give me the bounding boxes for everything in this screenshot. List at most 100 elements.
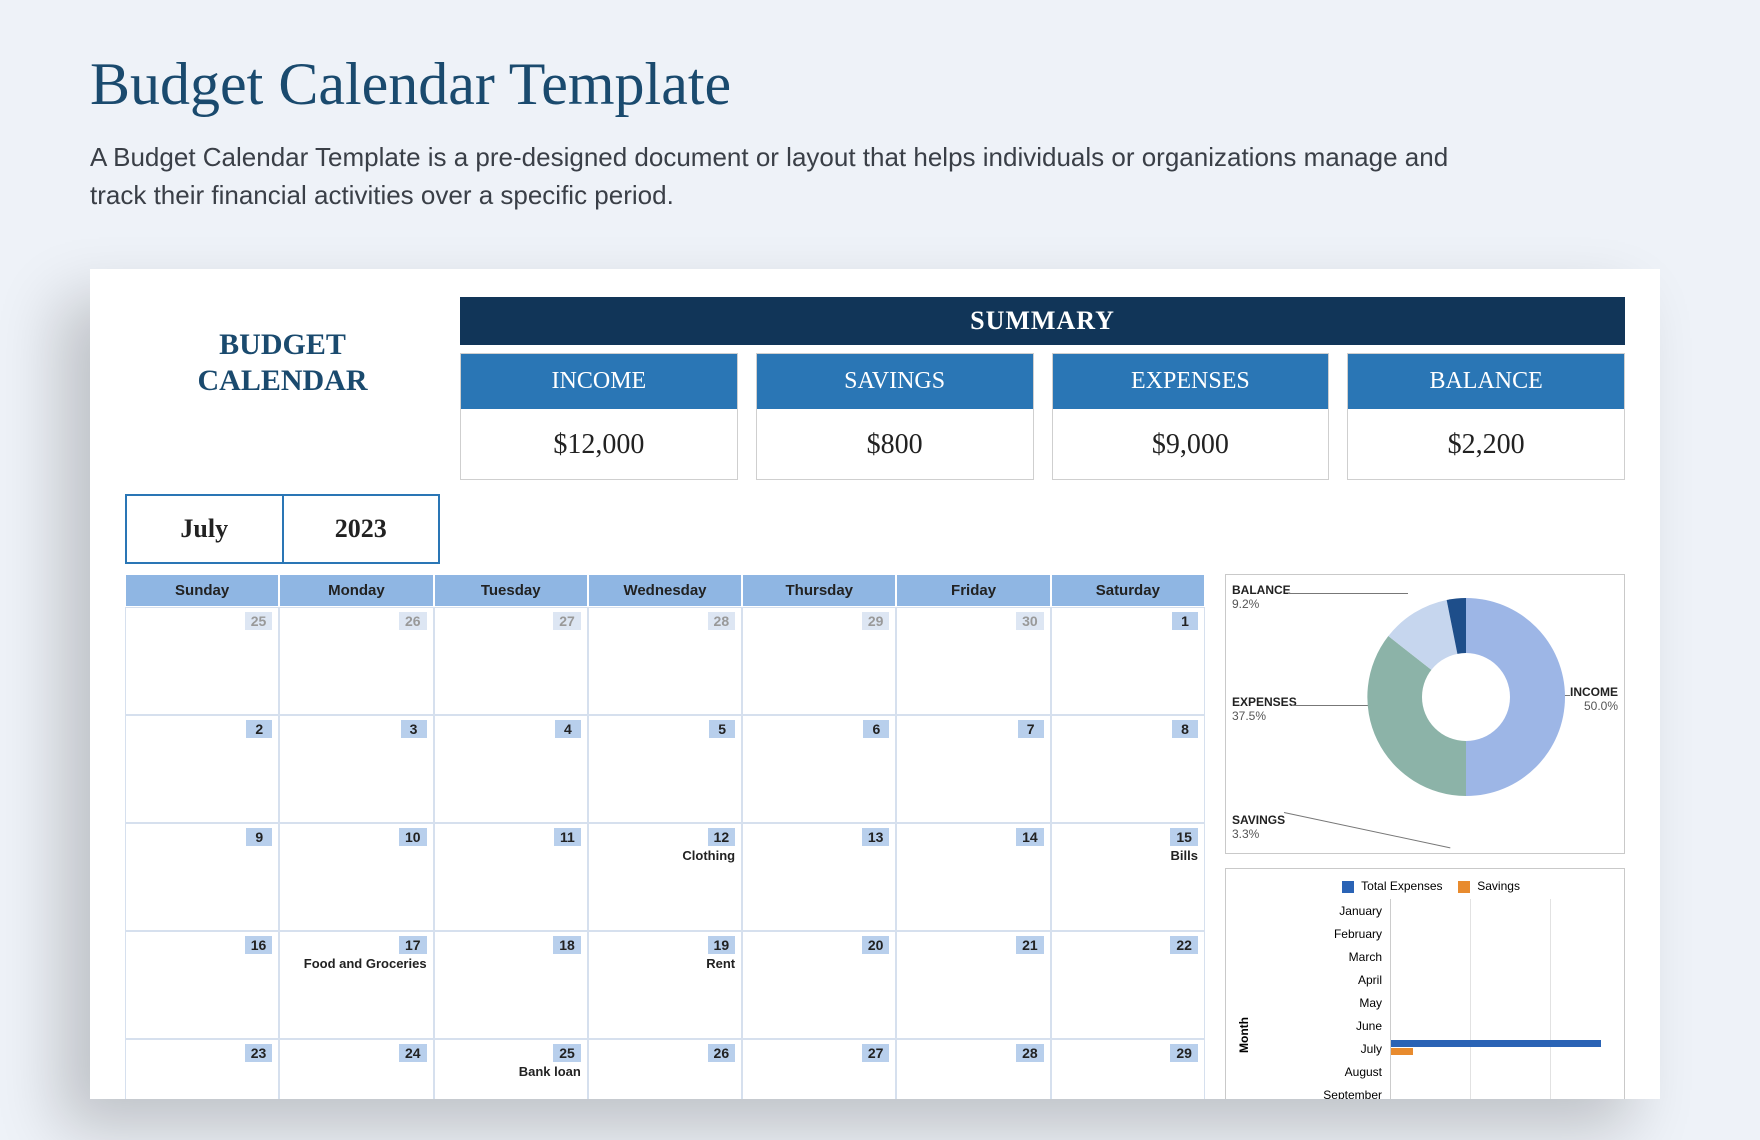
calendar-cell[interactable]: 13 <box>742 823 896 931</box>
bar-row: April <box>1316 968 1612 991</box>
summary-card-savings: SAVINGS$800 <box>756 353 1034 480</box>
bar-month-label: May <box>1316 996 1390 1010</box>
calendar-cell[interactable]: 21 <box>896 931 1050 1039</box>
bar-chart: Total Expenses Savings Month JanuaryFebr… <box>1225 868 1625 1099</box>
calendar-cell[interactable]: 9 <box>125 823 279 931</box>
bar-row: August <box>1316 1060 1612 1083</box>
calendar-day-number: 26 <box>399 612 427 630</box>
calendar-cell[interactable]: 26 <box>279 607 433 715</box>
calendar-day-number: 23 <box>245 1044 273 1062</box>
calendar-cell[interactable]: 28 <box>896 1039 1050 1099</box>
calendar-day-number: 3 <box>401 720 427 738</box>
summary-card-value: $9,000 <box>1053 409 1329 479</box>
summary-card-label: EXPENSES <box>1053 354 1329 409</box>
legend-savings: Savings <box>1477 879 1520 893</box>
calendar-event: Bank loan <box>441 1064 581 1079</box>
calendar-cell[interactable]: 26 <box>588 1039 742 1099</box>
calendar-day-number: 4 <box>555 720 581 738</box>
calendar-cell[interactable]: 2 <box>125 715 279 823</box>
calendar-cell[interactable]: 5 <box>588 715 742 823</box>
calendar-day-number: 2 <box>246 720 272 738</box>
calendar-day-number: 20 <box>862 936 890 954</box>
donut-balance-pct: 9.2% <box>1232 597 1291 611</box>
donut-savings-pct: 3.3% <box>1232 827 1285 841</box>
month-year-selector[interactable]: July 2023 <box>125 494 440 564</box>
calendar-day-number: 29 <box>1170 1044 1198 1062</box>
calendar-cell[interactable]: 22 <box>1051 931 1205 1039</box>
calendar-day-number: 27 <box>862 1044 890 1062</box>
calendar-event: Food and Groceries <box>286 956 426 971</box>
bar-month-label: February <box>1316 927 1390 941</box>
calendar-cell[interactable]: 29 <box>742 607 896 715</box>
calendar-cell[interactable]: 1 <box>1051 607 1205 715</box>
legend-expenses: Total Expenses <box>1361 879 1442 893</box>
calendar-cell[interactable]: 23 <box>125 1039 279 1099</box>
calendar-day-header: Thursday <box>742 574 896 607</box>
calendar-day-number: 28 <box>708 612 736 630</box>
template-preview: BUDGET CALENDAR SUMMARY INCOME$12,000SAV… <box>90 269 1660 1099</box>
calendar-day-number: 25 <box>553 1044 581 1062</box>
calendar-cell[interactable]: 12Clothing <box>588 823 742 931</box>
calendar-cell[interactable]: 17 Food and Groceries <box>279 931 433 1039</box>
calendar-day-header: Wednesday <box>588 574 742 607</box>
calendar-day-number: 30 <box>1016 612 1044 630</box>
calendar-day-header: Monday <box>279 574 433 607</box>
bar-savings <box>1391 1048 1413 1055</box>
donut-savings-label: SAVINGS <box>1232 813 1285 827</box>
bar-row: September <box>1316 1083 1612 1099</box>
bar-row: March <box>1316 945 1612 968</box>
donut-svg <box>1356 587 1576 807</box>
calendar-day-number: 5 <box>709 720 735 738</box>
year-cell[interactable]: 2023 <box>282 496 439 562</box>
budget-calendar-heading-line1: BUDGET <box>125 327 440 363</box>
calendar-cell[interactable]: 11 <box>434 823 588 931</box>
calendar-cell[interactable]: 29 <box>1051 1039 1205 1099</box>
calendar-cell[interactable]: 25 Bank loan <box>434 1039 588 1099</box>
calendar-cell[interactable]: 3 <box>279 715 433 823</box>
calendar-day-number: 17 <box>399 936 427 954</box>
calendar-cell[interactable]: 10 <box>279 823 433 931</box>
page-title: Budget Calendar Template <box>90 50 1670 119</box>
calendar-cell[interactable]: 8 <box>1051 715 1205 823</box>
calendar-cell[interactable]: 25 <box>125 607 279 715</box>
calendar-cell[interactable]: 18 <box>434 931 588 1039</box>
bar-row: June <box>1316 1014 1612 1037</box>
calendar-cell[interactable]: 14 <box>896 823 1050 931</box>
bar-month-label: June <box>1316 1019 1390 1033</box>
calendar-cell[interactable]: 27 <box>742 1039 896 1099</box>
calendar-day-number: 1 <box>1172 612 1198 630</box>
month-cell[interactable]: July <box>127 496 282 562</box>
calendar-grid: SundayMondayTuesdayWednesdayThursdayFrid… <box>125 574 1205 1099</box>
summary-card-label: BALANCE <box>1348 354 1624 409</box>
summary-card-expenses: EXPENSES$9,000 <box>1052 353 1330 480</box>
calendar-cell[interactable]: 7 <box>896 715 1050 823</box>
calendar-cell[interactable]: 30 <box>896 607 1050 715</box>
summary-card-value: $800 <box>757 409 1033 479</box>
calendar-day-number: 15 <box>1170 828 1198 846</box>
calendar-cell[interactable]: 16 <box>125 931 279 1039</box>
calendar-day-number: 16 <box>245 936 273 954</box>
calendar-cell[interactable]: 27 <box>434 607 588 715</box>
calendar-event: Bills <box>1058 848 1198 863</box>
calendar-cell[interactable]: 24 <box>279 1039 433 1099</box>
calendar-cell[interactable]: 4 <box>434 715 588 823</box>
calendar-cell[interactable]: 6 <box>742 715 896 823</box>
bar-month-label: September <box>1316 1088 1390 1100</box>
calendar-cell[interactable]: 15 Bills <box>1051 823 1205 931</box>
budget-calendar-heading-line2: CALENDAR <box>125 363 440 399</box>
calendar-day-header: Tuesday <box>434 574 588 607</box>
calendar-cell[interactable]: 19Rent <box>588 931 742 1039</box>
calendar-cell[interactable]: 20 <box>742 931 896 1039</box>
bar-month-label: January <box>1316 904 1390 918</box>
calendar-event: Clothing <box>595 848 735 863</box>
calendar-cell[interactable]: 28 <box>588 607 742 715</box>
calendar-day-number: 18 <box>553 936 581 954</box>
calendar-day-number: 6 <box>863 720 889 738</box>
donut-expenses-label: EXPENSES <box>1232 695 1297 709</box>
donut-income-label: INCOME <box>1570 685 1618 699</box>
calendar-day-number: 11 <box>554 828 581 846</box>
calendar-day-number: 22 <box>1170 936 1198 954</box>
calendar-day-number: 8 <box>1172 720 1198 738</box>
calendar-day-header: Friday <box>896 574 1050 607</box>
calendar-day-number: 10 <box>399 828 427 846</box>
